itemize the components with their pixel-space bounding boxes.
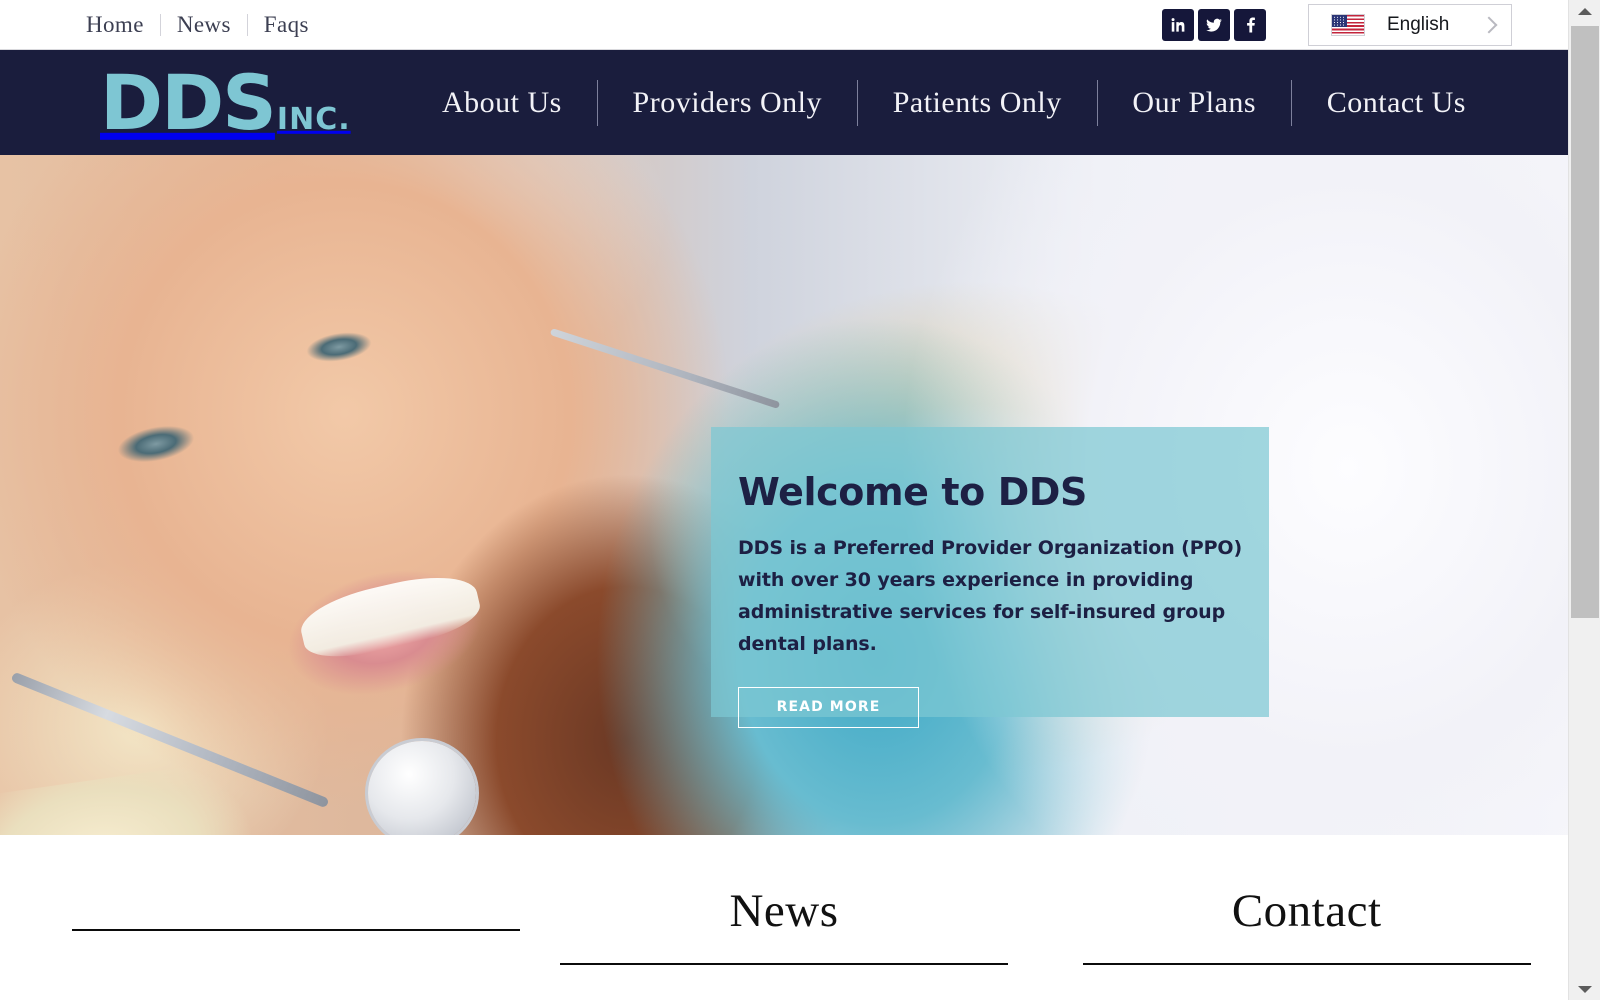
hero-text-panel: Welcome to DDS DDS is a Preferred Provid… [711,427,1269,728]
us-flag-icon [1331,14,1365,36]
nav-item-about-us[interactable]: About Us [430,86,574,120]
bottom-column-contact: Contact [1045,885,1568,1000]
nav-separator [596,79,598,126]
main-nav-items: About Us Providers Only Patients Only Ou… [430,50,1478,155]
dds-logo[interactable]: DDS INC. [100,57,351,147]
nav-item-providers-only[interactable]: Providers Only [621,86,835,120]
nav-separator [1096,79,1098,126]
logo-main-text: DDS [100,57,277,147]
nav-item-our-plans[interactable]: Our Plans [1120,86,1268,120]
top-link-faqs[interactable]: Faqs [248,9,325,41]
twitter-icon[interactable] [1198,9,1230,41]
scroll-down-arrow-icon[interactable] [1569,978,1600,1000]
contact-heading: Contact [1231,885,1382,937]
bottom-column-1 [0,887,523,1000]
hero-image-detail [368,741,476,835]
news-rule [560,963,1008,965]
social-links-group [1162,9,1266,41]
linkedin-icon[interactable] [1162,9,1194,41]
top-links-group: Home News Faqs [86,9,325,41]
hero-section: Welcome to DDS DDS is a Preferred Provid… [0,155,1568,835]
page-root: Home News Faqs English DDS INC. About Us… [0,0,1600,1000]
top-right-group: English [1162,0,1512,50]
nav-item-patients-only[interactable]: Patients Only [881,86,1074,120]
chevron-right-icon [1480,16,1498,34]
bottom-heading-1 [0,887,523,943]
news-heading: News [729,885,839,937]
page-content: Home News Faqs English DDS INC. About Us… [0,0,1568,1000]
facebook-icon[interactable] [1234,9,1266,41]
top-link-home[interactable]: Home [86,9,160,41]
bottom-rule-1 [72,929,520,931]
read-more-button[interactable]: READ MORE [738,686,919,728]
hero-title: Welcome to DDS [738,470,1087,514]
nav-separator [1290,79,1292,126]
top-link-news[interactable]: News [161,9,247,41]
language-label: English [1387,14,1450,35]
contact-rule [1082,963,1531,965]
nav-item-contact-us[interactable]: Contact Us [1315,86,1478,120]
hero-description: DDS is a Preferred Provider Organization… [738,537,1243,655]
scrollbar-thumb[interactable] [1571,26,1599,618]
main-navigation-bar: DDS INC. About Us Providers Only Patient… [0,50,1568,155]
top-utility-bar: Home News Faqs English [0,0,1568,50]
page-scrollbar[interactable] [1568,0,1600,1000]
logo-suffix-text: INC. [276,101,351,137]
nav-separator [856,79,858,126]
language-selector[interactable]: English [1308,4,1512,46]
bottom-sections: News Contact [0,835,1568,1000]
scroll-up-arrow-icon[interactable] [1569,0,1600,22]
bottom-column-news: News [523,885,1046,1000]
